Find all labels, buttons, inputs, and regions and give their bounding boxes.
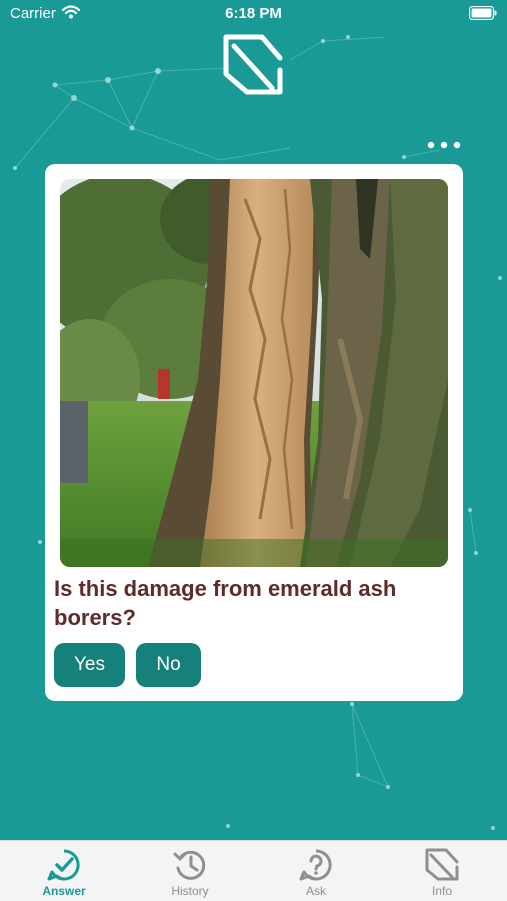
tab-answer[interactable]: Answer [1,841,127,901]
tab-history[interactable]: History [127,841,253,901]
tab-ask[interactable]: Ask [253,841,379,901]
history-icon [173,850,206,880]
app-logo [223,34,283,95]
tab-ask-label: Ask [305,884,326,898]
tab-info[interactable]: Info [379,841,505,901]
question-text: Is this damage from emerald ash borers? [54,576,397,630]
ask-question-icon [299,849,332,881]
tab-info-label: Info [431,884,452,898]
answer-check-icon [47,849,80,881]
question-card: Is this damage from emerald ash borers? … [45,164,463,701]
no-button[interactable]: No [136,643,201,687]
tab-answer-label: Answer [42,884,86,898]
tree-photo-illustration [60,179,448,567]
more-options-button[interactable] [424,135,464,155]
info-logo-icon [425,848,459,881]
status-time: 6:18 PM [225,5,282,22]
tab-bar: Answer History Ask Info [0,840,507,901]
question-photo [60,179,448,567]
more-dots-icon [427,141,461,149]
status-bar: Carrier 6:18 PM [0,0,507,28]
yes-button[interactable]: Yes [54,643,125,687]
battery-icon [469,6,497,20]
tab-history-label: History [171,884,209,898]
